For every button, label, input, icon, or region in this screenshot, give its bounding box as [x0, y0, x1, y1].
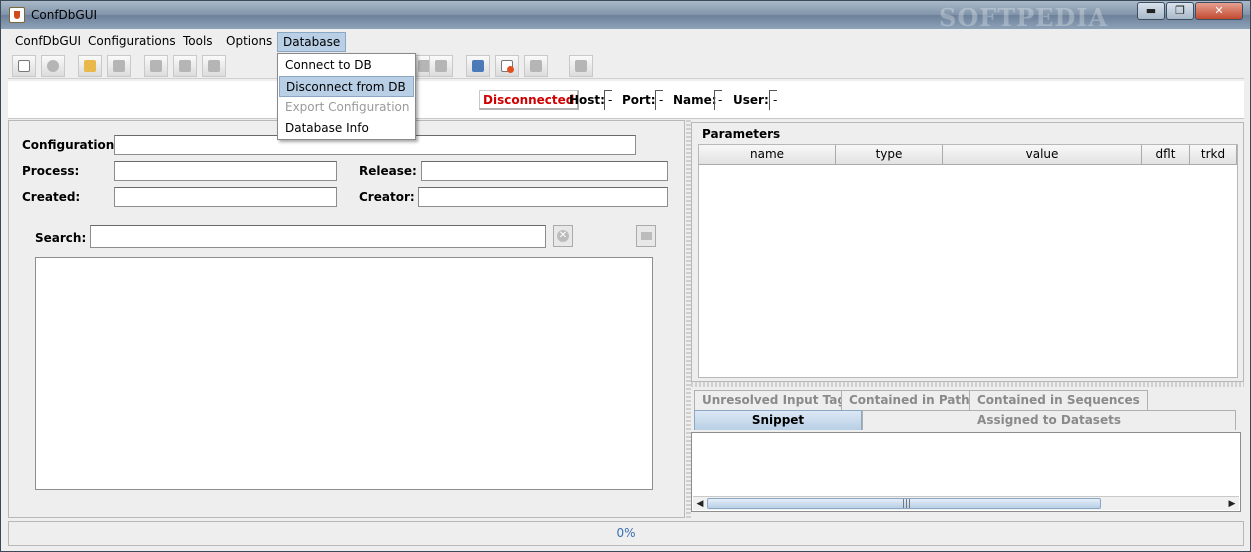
- circle-icon: [47, 60, 59, 72]
- creator-field[interactable]: [418, 187, 668, 207]
- menu-bar: ConfDbGUI Configurations Tools Options D…: [8, 31, 1244, 53]
- folder-icon: [84, 60, 96, 72]
- import-button[interactable]: [144, 55, 168, 77]
- parameters-table[interactable]: name type value dflt trkd: [698, 144, 1238, 378]
- toolbar-button-13[interactable]: [569, 55, 593, 77]
- user-value: -: [769, 90, 778, 110]
- truck-icon: [641, 232, 652, 240]
- truck-icon: [150, 60, 162, 72]
- database-menu-dropdown: Connect to DB Disconnect from DB Export …: [277, 53, 416, 140]
- up-arrow-icon: [179, 60, 191, 72]
- user-label: User:: [733, 93, 769, 107]
- new-document-icon: [18, 60, 30, 72]
- window-icon: [575, 60, 587, 72]
- menu-item-export-configuration: Export Configuration: [285, 100, 410, 114]
- save-icon: [113, 60, 125, 72]
- menu-item-connect-to-db[interactable]: Connect to DB: [279, 55, 414, 76]
- save-config-button[interactable]: [107, 55, 131, 77]
- horizontal-scrollbar[interactable]: ◀ ||| ▶: [693, 496, 1239, 510]
- db-search-button[interactable]: [466, 55, 490, 77]
- menu-item-disconnect-from-db[interactable]: Disconnect from DB: [279, 76, 414, 97]
- magnifier-icon: [472, 60, 484, 72]
- delete-doc-icon: [501, 60, 514, 73]
- name-label: Name:: [673, 93, 717, 107]
- app-window: ConfDbGUI SOFTPEDIA ▬ ❐ ✕ ConfDbGUI Conf…: [0, 0, 1251, 552]
- tab-unresolved-input-tags[interactable]: Unresolved Input Tags: [694, 390, 862, 410]
- connection-status: Disconnected: [479, 90, 580, 110]
- toolbar: [8, 53, 1244, 79]
- scroll-right-icon[interactable]: ▶: [1226, 498, 1238, 510]
- right-panel: Parameters name type value dflt trkd Unr…: [691, 120, 1244, 518]
- maximize-button[interactable]: ❐: [1166, 2, 1194, 20]
- toolbar-button-9[interactable]: [429, 55, 453, 77]
- close-button[interactable]: ✕: [1195, 2, 1243, 20]
- java-app-icon: [9, 7, 25, 23]
- search-input[interactable]: [90, 225, 546, 248]
- parameters-panel: Parameters name type value dflt trkd: [691, 122, 1244, 382]
- menu-item-database-info[interactable]: Database Info: [279, 118, 414, 139]
- menu-configurations[interactable]: Configurations: [83, 32, 181, 52]
- menu-tools[interactable]: Tools: [178, 32, 218, 52]
- clear-icon: ✕: [557, 230, 569, 242]
- creator-label: Creator:: [359, 190, 415, 204]
- configuration-label: Configuration:: [22, 138, 120, 152]
- configuration-tree[interactable]: [35, 257, 653, 490]
- release-label: Release:: [359, 164, 417, 178]
- tab-assigned-to-datasets[interactable]: Assigned to Datasets: [862, 410, 1236, 430]
- column-type[interactable]: type: [836, 145, 943, 165]
- horizontal-splitter[interactable]: [691, 382, 1244, 387]
- scroll-thumb[interactable]: |||: [707, 498, 1101, 509]
- triangle-icon: [435, 60, 447, 72]
- tab-contained-in-sequences[interactable]: Contained in Sequences: [969, 390, 1148, 410]
- column-trkd[interactable]: trkd: [1190, 145, 1237, 165]
- created-field[interactable]: [114, 187, 337, 207]
- port-value: -: [655, 90, 664, 110]
- softpedia-watermark: SOFTPEDIA: [939, 3, 1109, 32]
- release-field[interactable]: [421, 161, 668, 181]
- menu-database[interactable]: Database: [277, 32, 347, 52]
- record-button[interactable]: [41, 55, 65, 77]
- connection-bar: Disconnected Host: - Port: - Name: - Use…: [8, 81, 1244, 119]
- column-value[interactable]: value: [943, 145, 1142, 165]
- open-config-button[interactable]: [78, 55, 102, 77]
- disabled-doc-icon: [530, 60, 542, 72]
- parameters-title: Parameters: [700, 127, 783, 141]
- snippet-panel[interactable]: ◀ ||| ▶: [691, 432, 1241, 512]
- host-label: Host:: [569, 93, 605, 107]
- db-remove-button[interactable]: [495, 55, 519, 77]
- process-field[interactable]: [114, 161, 337, 181]
- column-dflt[interactable]: dflt: [1142, 145, 1190, 165]
- created-label: Created:: [22, 190, 81, 204]
- toolbar-button-12[interactable]: [524, 55, 548, 77]
- convert-button[interactable]: [202, 55, 226, 77]
- tab-snippet[interactable]: Snippet: [694, 410, 862, 430]
- window-title: ConfDbGUI: [31, 8, 98, 22]
- process-label: Process:: [22, 164, 80, 178]
- column-name[interactable]: name: [699, 145, 836, 165]
- configuration-panel: Configuration: Process: Release: Created…: [8, 120, 685, 518]
- search-label: Search:: [35, 231, 87, 245]
- migrate-button[interactable]: [173, 55, 197, 77]
- port-label: Port:: [622, 93, 656, 107]
- name-value: -: [714, 90, 723, 110]
- minimize-button[interactable]: ▬: [1137, 2, 1165, 20]
- search-options-button[interactable]: [636, 225, 656, 247]
- menu-options[interactable]: Options: [221, 32, 277, 52]
- host-value: -: [604, 90, 613, 110]
- convert-icon: [208, 60, 220, 72]
- progress-text: 0%: [616, 526, 636, 540]
- grip-icon: |||: [902, 499, 912, 509]
- tab-contained-in-paths[interactable]: Contained in Paths: [841, 390, 985, 410]
- scroll-left-icon[interactable]: ◀: [694, 498, 706, 510]
- menu-confdbgui[interactable]: ConfDbGUI: [10, 32, 86, 52]
- clear-search-button[interactable]: ✕: [553, 225, 573, 247]
- status-bar: 0%: [8, 521, 1244, 546]
- title-bar[interactable]: ConfDbGUI SOFTPEDIA ▬ ❐ ✕: [1, 1, 1250, 32]
- new-config-button[interactable]: [12, 55, 36, 77]
